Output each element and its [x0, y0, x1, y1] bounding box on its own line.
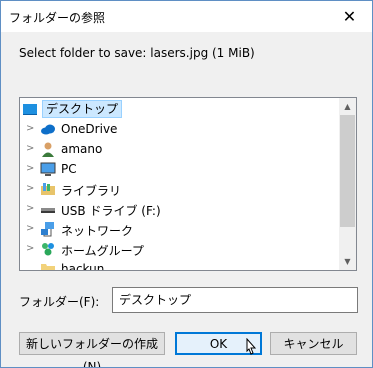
tree-item-desktop[interactable]: デスクトップ	[20, 99, 338, 119]
tree-item-libraries[interactable]: > ライブラリ	[20, 179, 338, 199]
tree-item-label: amano	[61, 142, 103, 156]
new-folder-button[interactable]: 新しいフォルダーの作成(N)	[19, 332, 165, 367]
tree-item-label: PC	[61, 162, 77, 176]
scroll-up-icon[interactable]: ▲	[339, 98, 356, 115]
vertical-scrollbar[interactable]: ▲ ▼	[339, 98, 356, 270]
cancel-button[interactable]: キャンセル	[270, 332, 357, 355]
tree-item-usb-drive[interactable]: > USB ドライブ (F:)	[20, 199, 338, 219]
tree-item-homegroup[interactable]: > ホームグループ	[20, 239, 338, 259]
homegroup-icon	[42, 243, 54, 256]
close-button[interactable]: ✕	[327, 1, 372, 32]
computer-icon	[40, 162, 56, 176]
cloud-icon	[41, 124, 55, 135]
folder-input-value: デスクトップ	[119, 293, 192, 307]
tree-item-label: hackun	[61, 262, 105, 270]
tree-item-onedrive[interactable]: > OneDrive	[20, 119, 338, 139]
tree-item-label: ホームグループ	[61, 244, 144, 258]
chevron-right-icon[interactable]: >	[26, 182, 36, 196]
network-icon	[41, 222, 54, 237]
folder-tree[interactable]: デスクトップ > OneDrive > amano > PC > ライブラリ >…	[19, 97, 357, 271]
chevron-right-icon[interactable]: >	[26, 242, 36, 256]
chevron-right-icon[interactable]: >	[26, 122, 36, 136]
close-icon: ✕	[342, 7, 357, 26]
tree-item-label: ネットワーク	[61, 224, 134, 238]
tree-item-label: デスクトップ	[42, 100, 123, 118]
folder-field-label: フォルダー(F):	[19, 295, 100, 309]
folder-input[interactable]: デスクトップ	[112, 287, 358, 313]
tree-item-network[interactable]: > ネットワーク	[20, 219, 338, 239]
usb-drive-icon	[41, 208, 55, 213]
title-bar: フォルダーの参照 ✕	[1, 1, 372, 32]
library-icon	[41, 183, 55, 195]
folder-icon	[41, 264, 55, 270]
scroll-down-icon[interactable]: ▼	[339, 253, 356, 270]
dialog-title: フォルダーの参照	[9, 11, 106, 25]
chevron-right-icon[interactable]: >	[26, 142, 36, 156]
save-prompt: Select folder to save: lasers.jpg (1 MiB…	[19, 46, 255, 60]
desktop-icon	[23, 104, 37, 115]
tree-item-user[interactable]: > amano	[20, 139, 338, 159]
folder-browse-dialog: フォルダーの参照 ✕ Select folder to save: lasers…	[0, 0, 373, 368]
tree-item-label: OneDrive	[61, 122, 118, 136]
tree-item-label: ライブラリ	[61, 184, 122, 198]
tree-item-pc[interactable]: > PC	[20, 159, 338, 179]
scrollbar-thumb[interactable]	[340, 115, 355, 227]
user-icon	[42, 142, 54, 157]
chevron-right-icon[interactable]: >	[26, 162, 36, 176]
mouse-cursor-icon	[246, 338, 257, 355]
tree-item-folder[interactable]: hackun	[20, 259, 338, 270]
tree-item-label: USB ドライブ (F:)	[61, 204, 161, 218]
chevron-right-icon[interactable]: >	[26, 222, 36, 236]
chevron-right-icon[interactable]: >	[26, 202, 36, 216]
